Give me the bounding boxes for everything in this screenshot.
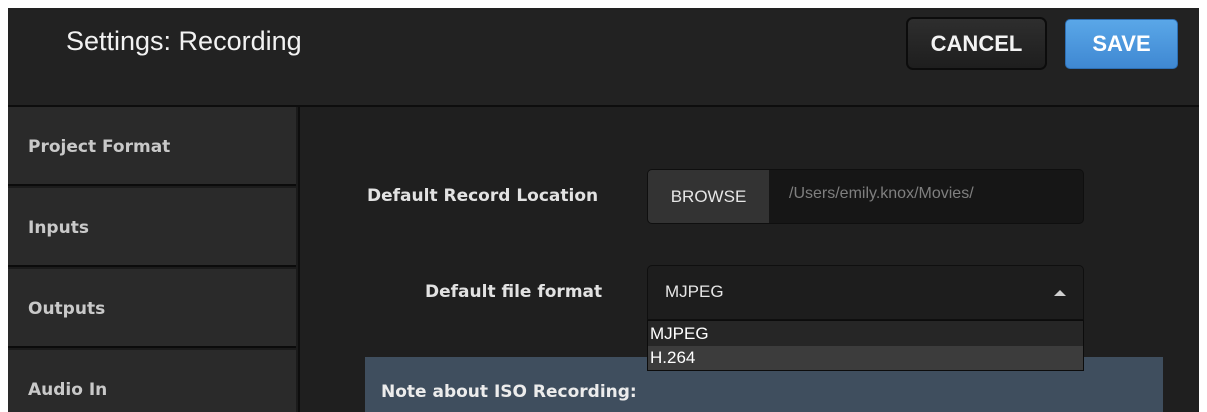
sidebar-item-label: Project Format [28, 137, 171, 157]
record-location-path: /Users/emily.knox/Movies/ [789, 185, 974, 202]
note-title: Note about ISO Recording: [381, 382, 637, 402]
settings-content: Default Record Location BROWSE /Users/em… [300, 107, 1199, 412]
save-button[interactable]: SAVE [1065, 19, 1178, 69]
dropdown-option-h264[interactable]: H.264 [648, 346, 1083, 370]
file-format-selected-value: MJPEG [665, 282, 724, 301]
sidebar-item-outputs[interactable]: Outputs [8, 269, 296, 348]
page-title: Settings: Recording [66, 26, 302, 56]
file-format-select[interactable]: MJPEG [647, 265, 1084, 320]
sidebar-item-label: Outputs [28, 299, 106, 319]
dropdown-option-mjpeg[interactable]: MJPEG [648, 322, 1083, 346]
browse-button[interactable]: BROWSE [648, 170, 769, 223]
settings-sidebar: Project Format Inputs Outputs Audio In [8, 107, 300, 412]
file-format-dropdown: MJPEG H.264 [647, 320, 1084, 371]
sidebar-item-label: Audio In [28, 380, 108, 400]
header-bar: Settings: Recording CANCEL SAVE [8, 8, 1199, 107]
file-format-label: Default file format [425, 282, 603, 302]
cancel-button[interactable]: CANCEL [906, 17, 1047, 70]
sidebar-item-project-format[interactable]: Project Format [8, 107, 296, 186]
caret-up-icon [1054, 290, 1066, 296]
sidebar-item-inputs[interactable]: Inputs [8, 188, 296, 267]
sidebar-item-label: Inputs [28, 218, 89, 238]
record-location-field: BROWSE /Users/emily.knox/Movies/ [647, 169, 1084, 224]
settings-window: Settings: Recording CANCEL SAVE Project … [8, 8, 1199, 412]
sidebar-item-audio-in[interactable]: Audio In [8, 350, 296, 412]
record-location-label: Default Record Location [367, 186, 599, 206]
